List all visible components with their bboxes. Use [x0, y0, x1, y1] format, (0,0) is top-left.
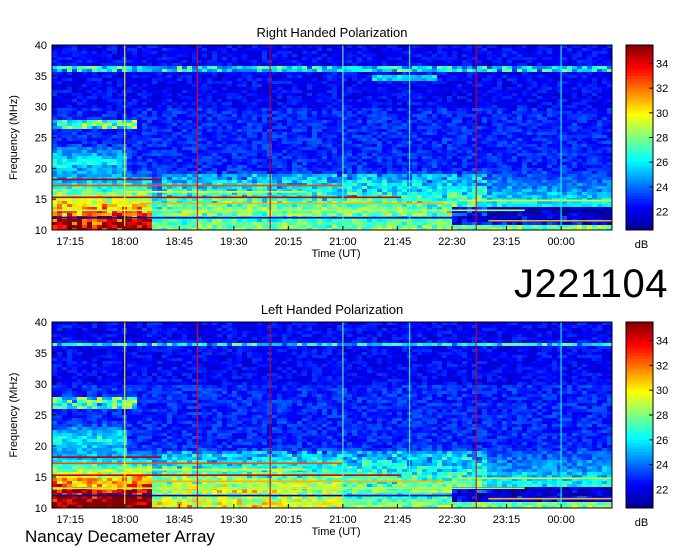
- colorbar-tick-label: 34: [656, 336, 668, 348]
- x-tick-label: 00:00: [547, 514, 575, 526]
- x-tick-label: 17:15: [56, 514, 84, 526]
- y-tick-label: 20: [35, 441, 47, 453]
- colorbar-tick-label: 22: [656, 484, 668, 496]
- credit-label: Nancay Decameter Array: [25, 527, 215, 546]
- colorbar-tick-label: 28: [656, 133, 668, 145]
- y-tick-label: 25: [35, 133, 47, 145]
- x-tick-label: 21:45: [384, 236, 412, 248]
- x-axis-label: Time (UT): [311, 248, 360, 260]
- x-tick-label: 17:15: [56, 236, 84, 248]
- x-tick-label: 18:00: [111, 236, 139, 248]
- x-tick-label: 21:00: [329, 514, 357, 526]
- y-tick-label: 15: [35, 472, 47, 484]
- y-tick-label: 15: [35, 194, 47, 206]
- colorbar: 22 24 26 28 30 32 34 dB: [625, 44, 668, 251]
- colorbar-tick-label: 22: [656, 207, 668, 219]
- colorbar-tick-label: 24: [656, 460, 668, 472]
- colorbar-label: dB: [635, 517, 648, 529]
- x-tick-label: 18:00: [111, 514, 139, 526]
- colorbar-tick-label: 34: [656, 59, 668, 71]
- y-tick-label: 40: [35, 317, 47, 329]
- x-tick-label: 20:15: [275, 236, 303, 248]
- y-tick-label: 30: [35, 379, 47, 391]
- x-axis-label: Time (UT): [311, 526, 360, 538]
- colorbar-tick-label: 26: [656, 157, 668, 169]
- x-tick-label: 21:00: [329, 236, 357, 248]
- colorbar-tick-label: 32: [656, 360, 668, 372]
- colorbar-tick-label: 30: [656, 108, 668, 120]
- y-tick-label: 10: [35, 225, 47, 237]
- y-tick-label: 20: [35, 163, 47, 175]
- colorbar: 22 24 26 28 30 32 34 dB: [625, 321, 668, 529]
- y-tick-label: 10: [35, 503, 47, 515]
- y-tick-label: 35: [35, 348, 47, 360]
- y-tick-label: 40: [35, 40, 47, 52]
- y-tick-label: 30: [35, 102, 47, 114]
- colorbar-tick-label: 26: [656, 435, 668, 447]
- spectrogram-panel-1: 10 15 20 25 30 35 40 17:15 18:00 18:45 19:30 20:15 2…: [8, 25, 668, 260]
- spectrogram-panel-2: 10 15 20 25 30 35 40 17:15 18:00 18:45 19:30 20:15 2…: [8, 302, 668, 538]
- observation-id: J221104: [514, 262, 669, 306]
- x-tick-label: 18:45: [166, 514, 194, 526]
- y-axis-label: Frequency (MHz): [8, 95, 20, 180]
- y-tick-label: 35: [35, 71, 47, 83]
- panel-title: Left Handed Polarization: [261, 302, 403, 317]
- panel-title: Right Handed Polarization: [256, 25, 407, 40]
- colorbar-label: dB: [635, 239, 648, 251]
- x-tick-label: 18:45: [166, 236, 194, 248]
- colorbar-tick-label: 32: [656, 83, 668, 95]
- x-tick-label: 19:30: [220, 514, 248, 526]
- x-tick-label: 23:15: [493, 514, 521, 526]
- x-tick-label: 21:45: [384, 514, 412, 526]
- colorbar-tick-label: 24: [656, 182, 668, 194]
- x-tick-label: 00:00: [547, 236, 575, 248]
- y-tick-label: 25: [35, 410, 47, 422]
- colorbar-tick-label: 28: [656, 410, 668, 422]
- x-tick-label: 22:30: [438, 514, 466, 526]
- x-tick-label: 22:30: [438, 236, 466, 248]
- x-tick-label: 23:15: [493, 236, 521, 248]
- x-tick-label: 19:30: [220, 236, 248, 248]
- y-axis-label: Frequency (MHz): [8, 373, 20, 458]
- x-tick-label: 20:15: [275, 514, 303, 526]
- colorbar-tick-label: 30: [656, 385, 668, 397]
